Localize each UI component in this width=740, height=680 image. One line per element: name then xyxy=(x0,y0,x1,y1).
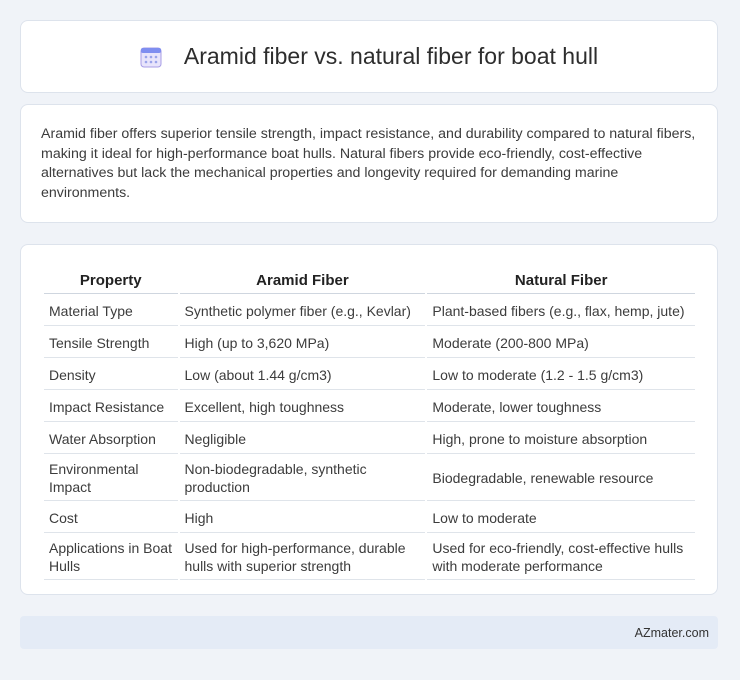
table-row: Impact Resistance Excellent, high toughn… xyxy=(44,392,695,422)
comparison-card: Property Aramid Fiber Natural Fiber Mate… xyxy=(20,244,718,595)
table-row: Applications in Boat Hulls Used for high… xyxy=(44,535,695,580)
row-natural: Moderate (200-800 MPa) xyxy=(427,328,695,358)
row-natural: Low to moderate xyxy=(427,503,695,533)
header-aramid: Aramid Fiber xyxy=(179,267,426,294)
page-title: Aramid fiber vs. natural fiber for boat … xyxy=(183,43,599,69)
title-card: Aramid fiber vs. natural fiber for boat … xyxy=(20,20,718,93)
header-natural: Natural Fiber xyxy=(427,267,695,294)
row-aramid: Synthetic polymer fiber (e.g., Kevlar) xyxy=(179,296,426,326)
row-natural: High, prone to moisture absorption xyxy=(427,424,695,454)
row-aramid: Excellent, high toughness xyxy=(179,392,426,422)
row-aramid: High xyxy=(179,503,426,533)
row-property: Density xyxy=(44,360,178,390)
row-property: Water Absorption xyxy=(44,424,178,454)
table-row: Density Low (about 1.44 g/cm3) Low to mo… xyxy=(44,360,695,390)
row-natural: Plant-based fibers (e.g., flax, hemp, ju… xyxy=(427,296,695,326)
row-property: Applications in Boat Hulls xyxy=(44,535,178,580)
row-property: Cost xyxy=(44,503,178,533)
intro-text: Aramid fiber offers superior tensile str… xyxy=(41,126,696,201)
header-property: Property xyxy=(44,267,178,294)
table-row: Environmental Impact Non-biodegradable, … xyxy=(44,456,695,501)
row-property: Impact Resistance xyxy=(44,392,178,422)
row-aramid: Negligible xyxy=(179,424,426,454)
row-aramid: Used for high-performance, durable hulls… xyxy=(179,535,426,580)
calendar-icon xyxy=(140,47,162,67)
table-row: Tensile Strength High (up to 3,620 MPa) … xyxy=(44,328,695,358)
row-aramid: High (up to 3,620 MPa) xyxy=(179,328,426,358)
table-header-row: Property Aramid Fiber Natural Fiber xyxy=(44,267,695,294)
row-property: Material Type xyxy=(44,296,178,326)
row-aramid: Low (about 1.44 g/cm3) xyxy=(179,360,426,390)
footer-bar: AZmater.com xyxy=(20,616,718,649)
row-property: Environmental Impact xyxy=(44,456,178,501)
table-row: Water Absorption Negligible High, prone … xyxy=(44,424,695,454)
row-natural: Biodegradable, renewable resource xyxy=(427,456,695,501)
footer-brand: AZmater.com xyxy=(634,625,709,640)
row-natural: Low to moderate (1.2 - 1.5 g/cm3) xyxy=(427,360,695,390)
row-property: Tensile Strength xyxy=(44,328,178,358)
row-natural: Used for eco-friendly, cost-effective hu… xyxy=(427,535,695,580)
row-aramid: Non-biodegradable, synthetic production xyxy=(179,456,426,501)
table-row: Material Type Synthetic polymer fiber (e… xyxy=(44,296,695,326)
row-natural: Moderate, lower toughness xyxy=(427,392,695,422)
table-row: Cost High Low to moderate xyxy=(44,503,695,533)
intro-card: Aramid fiber offers superior tensile str… xyxy=(20,104,718,223)
comparison-table: Property Aramid Fiber Natural Fiber Mate… xyxy=(42,265,697,582)
